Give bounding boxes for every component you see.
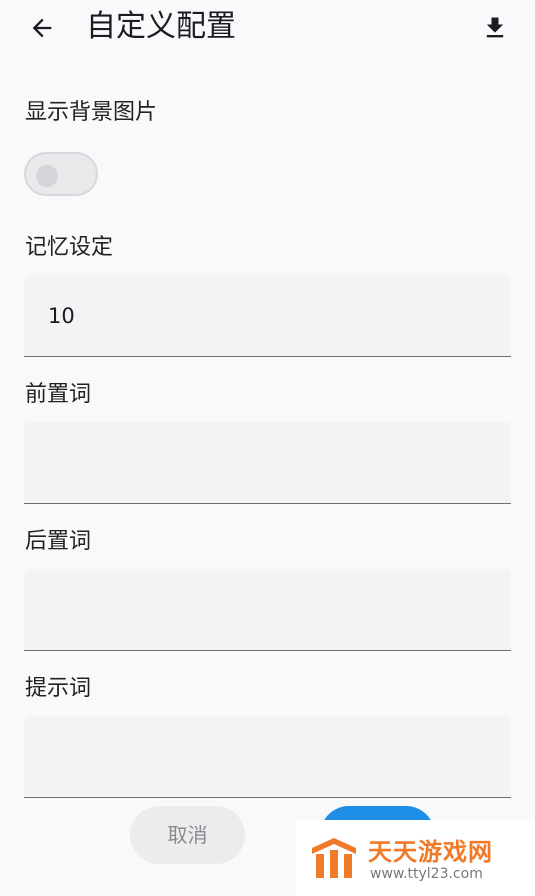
prefix-field[interactable] xyxy=(24,422,511,504)
watermark: 天天游戏网 www.ttyl23.com xyxy=(296,820,535,896)
memory-label: 记忆设定 xyxy=(25,235,114,260)
prompt-input[interactable] xyxy=(24,716,511,797)
suffix-label: 后置词 xyxy=(25,529,92,554)
background-image-label: 显示背景图片 xyxy=(25,100,158,125)
page-title: 自定义配置 xyxy=(86,9,236,44)
prefix-label: 前置词 xyxy=(25,382,92,407)
cancel-button[interactable]: 取消 xyxy=(130,806,245,864)
download-icon xyxy=(486,17,504,38)
download-button[interactable] xyxy=(477,10,513,46)
prompt-label: 提示词 xyxy=(25,676,92,701)
prefix-input[interactable] xyxy=(24,422,511,503)
toggle-knob xyxy=(36,165,58,187)
arrow-left-icon xyxy=(32,18,52,38)
app-bar: 自定义配置 xyxy=(0,0,535,56)
memory-field[interactable] xyxy=(24,275,511,357)
back-button[interactable] xyxy=(22,10,62,46)
watermark-url: www.ttyl23.com xyxy=(370,866,483,882)
watermark-logo-icon xyxy=(312,838,356,878)
suffix-field[interactable] xyxy=(24,569,511,651)
watermark-name: 天天游戏网 xyxy=(368,838,493,866)
memory-input[interactable] xyxy=(24,275,511,356)
background-image-toggle[interactable] xyxy=(24,152,98,196)
suffix-input[interactable] xyxy=(24,569,511,650)
prompt-field[interactable] xyxy=(24,716,511,798)
